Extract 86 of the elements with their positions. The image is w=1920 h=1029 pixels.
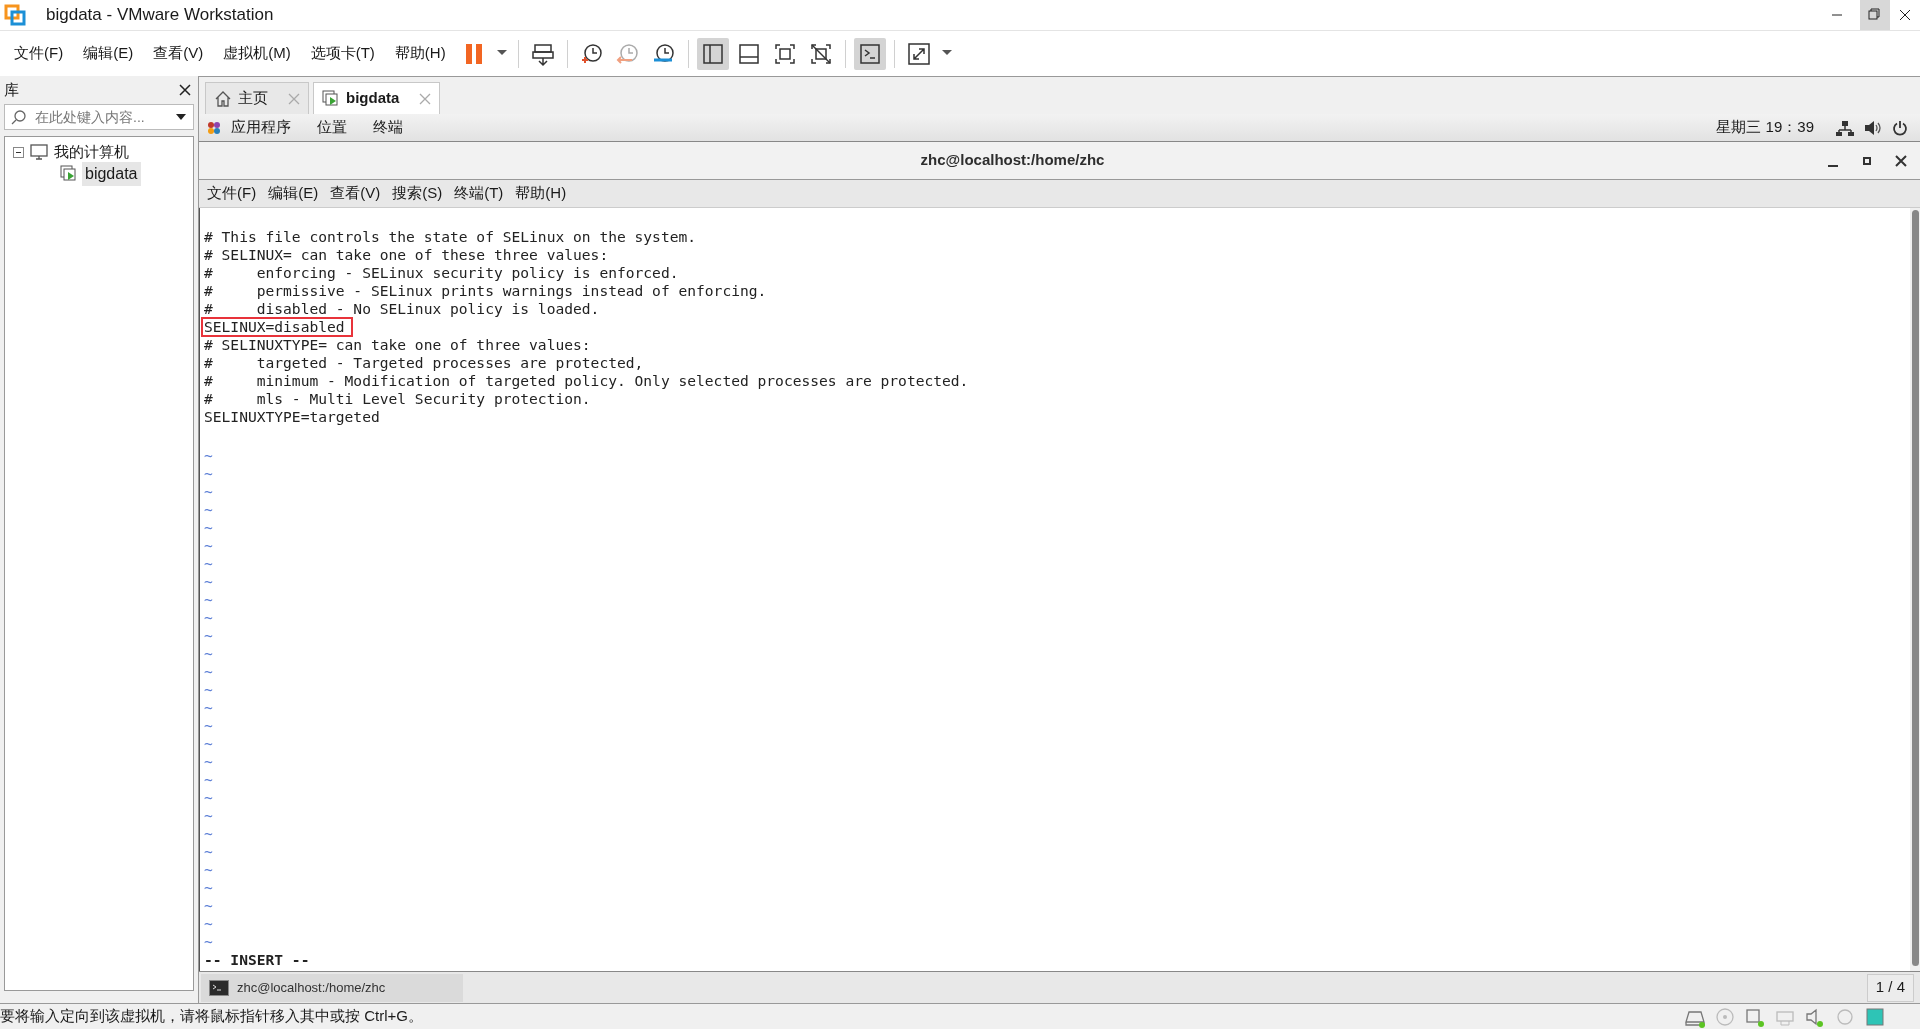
code-line: # SELINUXTYPE= can take one of three values: bbox=[204, 336, 591, 353]
tilde-marker: ~ bbox=[204, 681, 213, 698]
code-line: # targeted - Targeted processes are protected, bbox=[204, 354, 644, 371]
tilde-marker: ~ bbox=[204, 591, 213, 608]
code-line: SELINUXTYPE=targeted bbox=[204, 408, 380, 425]
menu-item[interactable]: 帮助(H) bbox=[384, 42, 456, 65]
menu-item[interactable]: 虚拟机(M) bbox=[213, 42, 301, 65]
menu-item[interactable]: 应用程序 bbox=[231, 116, 291, 139]
menu-item[interactable]: 编辑(E) bbox=[262, 182, 325, 205]
tilde-marker: ~ bbox=[204, 717, 213, 734]
terminal-title: zhc@localhost:/home/zhc bbox=[919, 150, 1106, 171]
tilde-marker: ~ bbox=[204, 879, 213, 896]
tilde-marker: ~ bbox=[204, 753, 213, 770]
collapse-toggle-icon[interactable] bbox=[13, 146, 24, 158]
panel-title: 库 bbox=[4, 79, 19, 100]
workspace-pager[interactable]: 1 / 4 bbox=[1866, 973, 1914, 1002]
tilde-marker: ~ bbox=[204, 843, 213, 860]
tilde-marker: ~ bbox=[204, 537, 213, 554]
tilde-marker: ~ bbox=[204, 609, 213, 626]
code-line: # SELINUX= can take one of these three values: bbox=[204, 246, 609, 263]
menu-item[interactable]: 位置 bbox=[317, 116, 347, 139]
close-icon[interactable] bbox=[178, 83, 192, 97]
tilde-marker: ~ bbox=[204, 915, 213, 932]
tilde-marker: ~ bbox=[204, 789, 213, 806]
tree-item[interactable]: bigdata bbox=[82, 162, 141, 186]
tilde-marker: ~ bbox=[204, 645, 213, 662]
status-text: 要将输入定向到该虚拟机，请将鼠标指针移入其中或按 Ctrl+G。 bbox=[0, 1006, 424, 1027]
menu-item[interactable]: 选项卡(T) bbox=[300, 42, 385, 65]
scrollbar-thumb[interactable] bbox=[1911, 210, 1919, 966]
menu-item[interactable]: 文件(F) bbox=[4, 42, 74, 65]
tilde-marker: ~ bbox=[204, 933, 213, 950]
volume-icon[interactable] bbox=[1864, 119, 1882, 136]
mode-indicator: -- INSERT -- bbox=[204, 951, 310, 968]
code-line: SELINUX=disabled bbox=[204, 318, 345, 335]
tab[interactable]: 主页 bbox=[205, 82, 309, 114]
menu-item[interactable]: 帮助(H) bbox=[509, 182, 573, 205]
code-line: # enforcing - SELinux security policy is enforced. bbox=[204, 264, 679, 281]
code-line: # This file controls the state of SELinux on the system. bbox=[204, 228, 697, 245]
menu-item[interactable]: 编辑(E) bbox=[73, 42, 144, 65]
menu-item[interactable]: 终端 bbox=[373, 116, 403, 139]
tilde-marker: ~ bbox=[204, 555, 213, 572]
tab[interactable]: bigdata bbox=[313, 82, 441, 114]
tilde-marker: ~ bbox=[204, 483, 213, 500]
tilde-marker: ~ bbox=[204, 807, 213, 824]
tab-label: bigdata bbox=[346, 88, 400, 109]
tilde-marker: ~ bbox=[204, 771, 213, 788]
search-icon bbox=[11, 109, 27, 125]
dropdown-caret-icon[interactable] bbox=[175, 112, 187, 122]
search-field[interactable]: 在此处键入内容... bbox=[4, 104, 194, 130]
tilde-marker: ~ bbox=[204, 465, 213, 482]
vm-icon bbox=[322, 89, 340, 108]
apps-icon bbox=[207, 120, 221, 135]
tilde-marker: ~ bbox=[204, 735, 213, 752]
terminal-icon bbox=[209, 979, 229, 996]
menu-item[interactable]: 查看(V) bbox=[324, 182, 387, 205]
vm-icon bbox=[60, 165, 78, 183]
power-icon[interactable] bbox=[1892, 119, 1908, 136]
home-icon bbox=[214, 89, 232, 108]
close-icon[interactable] bbox=[1894, 153, 1908, 168]
tilde-marker: ~ bbox=[204, 699, 213, 716]
tilde-marker: ~ bbox=[204, 519, 213, 536]
tilde-marker: ~ bbox=[204, 447, 213, 464]
taskbar-item[interactable]: zhc@localhost:/home/zhc bbox=[201, 973, 463, 1002]
code-line: # permissive - SELinux prints warnings instead of enforcing. bbox=[204, 282, 767, 299]
menu-item[interactable]: 文件(F) bbox=[201, 182, 263, 205]
menu-item[interactable]: 搜索(S) bbox=[386, 182, 449, 205]
menu-item[interactable]: 终端(T) bbox=[448, 182, 510, 205]
tilde-marker: ~ bbox=[204, 861, 213, 878]
tab-label: 主页 bbox=[238, 88, 268, 109]
menu-item[interactable]: 查看(V) bbox=[143, 42, 214, 65]
display-icon[interactable] bbox=[1864, 1005, 1886, 1028]
tilde-marker: ~ bbox=[204, 897, 213, 914]
tilde-marker: ~ bbox=[204, 573, 213, 590]
tilde-marker: ~ bbox=[204, 663, 213, 680]
code-line: # mls - Multi Level Security protection. bbox=[204, 390, 591, 407]
app-logo-icon bbox=[4, 4, 26, 26]
window-title: bigdata - VMware Workstation bbox=[46, 4, 274, 27]
tilde-marker: ~ bbox=[204, 627, 213, 644]
tree-item[interactable]: 我的计算机 bbox=[54, 140, 129, 164]
network-icon[interactable] bbox=[1836, 119, 1854, 136]
tilde-marker: ~ bbox=[204, 825, 213, 842]
tilde-marker: ~ bbox=[204, 501, 213, 518]
code-line: # disabled - No SELinux policy is loaded. bbox=[204, 300, 600, 317]
clock-text: 星期三 19：39 bbox=[1716, 117, 1814, 138]
code-line: # minimum - Modification of targeted policy. Only selected processes are protected. bbox=[204, 372, 969, 389]
monitor-icon bbox=[30, 144, 48, 160]
